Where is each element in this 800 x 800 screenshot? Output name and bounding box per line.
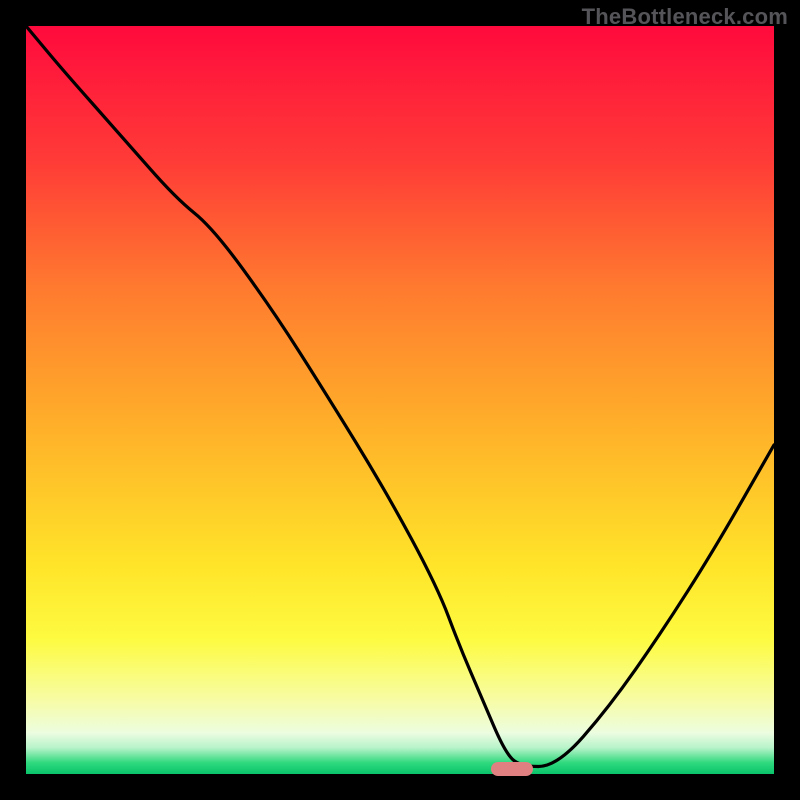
optimal-marker bbox=[491, 762, 533, 776]
watermark-text: TheBottleneck.com bbox=[582, 4, 788, 30]
chart-frame: TheBottleneck.com bbox=[0, 0, 800, 800]
plot-area bbox=[26, 26, 774, 774]
bottleneck-curve bbox=[26, 26, 774, 774]
